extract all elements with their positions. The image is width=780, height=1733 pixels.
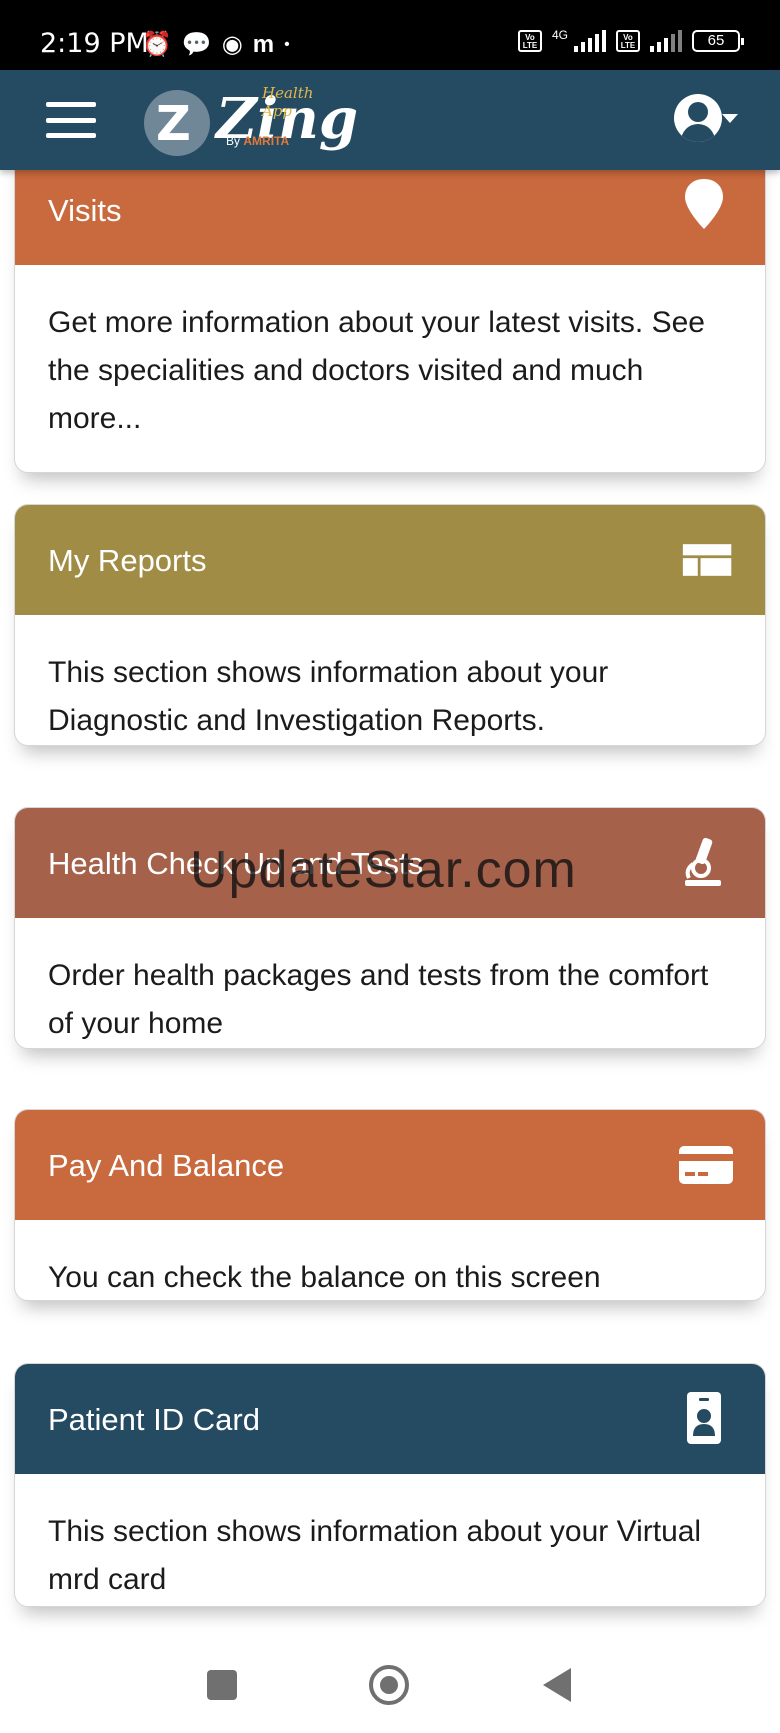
m-app-icon: m [252,30,275,58]
signal-icon-2 [650,30,682,52]
chat-bubble-icon: 💬 [181,31,212,58]
logo-by: By AMRITA [226,134,290,148]
account-menu-button[interactable] [674,94,738,146]
card-header: Pay And Balance [15,1110,765,1220]
card-description: This section shows information about you… [48,1515,702,1596]
chrome-icon: ◉ [221,31,243,58]
alarm-icon: ⏰ [142,31,172,58]
card-my-reports[interactable]: My Reports This section shows informatio… [14,504,766,746]
credit-card-icon [679,1146,733,1184]
dashboard-content: Visits Get more information about your l… [0,170,780,1640]
card-title: Pay And Balance [48,1148,285,1183]
account-circle-icon [674,94,722,142]
hamburger-icon[interactable] [46,102,96,138]
card-visits[interactable]: Visits Get more information about your l… [14,170,766,473]
status-bar: 2:19 PM ⏰ 💬 ◉ m • Vo LTE 4G Vo LTE 65 [0,0,780,70]
status-time: 2:19 PM [40,28,149,59]
card-patient-id[interactable]: Patient ID Card This section shows infor… [14,1363,766,1607]
back-button[interactable] [543,1668,571,1702]
card-title: My Reports [48,543,207,578]
volte-icon: Vo LTE [517,30,542,52]
dashboard-layout-icon [682,544,732,576]
caret-down-icon [722,114,738,123]
card-description: Get more information about your latest v… [48,306,705,435]
card-pay-balance[interactable]: Pay And Balance You can check the balanc… [14,1109,766,1301]
card-header: Patient ID Card [15,1364,765,1474]
card-description: This section shows information about you… [48,656,609,737]
card-health-checkup[interactable]: Health Check Up and Tests Order health p… [14,807,766,1049]
zing-logo[interactable]: Z Zing Health App By AMRITA [144,82,358,160]
network-type: 4G [551,28,568,42]
home-button[interactable] [369,1665,409,1705]
logo-mark: Z [144,90,210,156]
system-nav-bar [0,1640,780,1733]
card-description: You can check the balance on this screen [48,1261,601,1294]
card-title: Patient ID Card [48,1402,260,1437]
recents-button[interactable] [207,1670,237,1700]
card-header: My Reports [15,505,765,615]
card-title: Visits [48,193,122,228]
logo-tagline: Health App [262,84,314,120]
card-title: Health Check Up and Tests [48,846,424,881]
battery-icon: 65 [692,30,744,52]
id-badge-icon [687,1392,721,1444]
volte-icon-2: Vo LTE [616,30,640,52]
map-pin-icon [685,179,723,229]
more-notifications-dot: • [284,35,290,53]
app-header: Z Zing Health App By AMRITA [0,70,780,170]
card-header: Health Check Up and Tests [15,808,765,918]
card-header: Visits [15,170,765,265]
signal-icon [574,30,606,52]
card-description: Order health packages and tests from the… [48,959,709,1040]
microscope-icon [685,837,721,886]
